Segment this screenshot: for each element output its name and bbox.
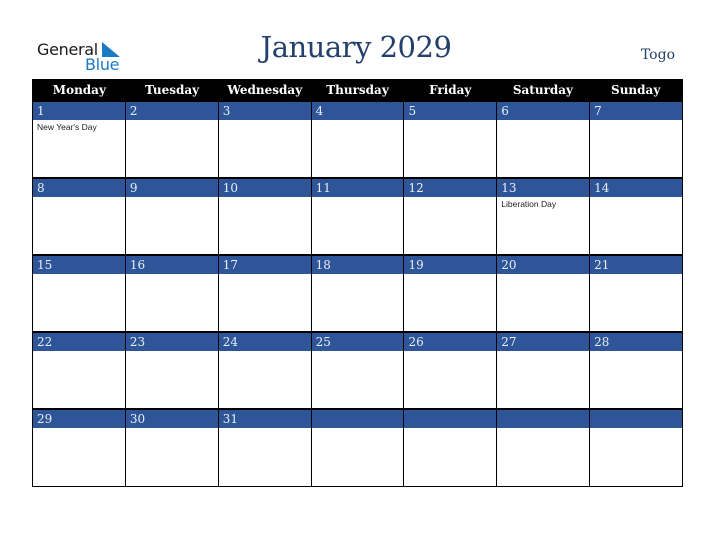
day-number: 18 xyxy=(311,255,404,274)
day-number: 9 xyxy=(125,178,218,197)
day-number: 8 xyxy=(33,178,125,197)
day-number: 25 xyxy=(311,332,404,351)
day-cell[interactable]: 9 xyxy=(124,178,218,255)
day-number: 11 xyxy=(311,178,404,197)
day-cell[interactable]: 29 xyxy=(33,409,125,486)
day-cell[interactable] xyxy=(589,409,683,486)
calendar-title: January 2029 xyxy=(260,30,452,64)
day-cell[interactable]: 4 xyxy=(310,101,404,178)
day-number: 4 xyxy=(311,101,404,120)
day-cell[interactable] xyxy=(496,409,590,486)
day-number: 15 xyxy=(33,255,125,274)
weekday-monday: Monday xyxy=(52,83,106,97)
day-cell[interactable]: 20 xyxy=(496,255,590,332)
day-number xyxy=(497,409,590,428)
week-row: 1 New Year's Day 2 3 4 5 6 7 xyxy=(33,101,683,178)
day-cell[interactable]: 3 xyxy=(217,101,311,178)
day-number xyxy=(311,409,404,428)
day-cell[interactable]: 13 Liberation Day xyxy=(496,178,590,255)
day-number: 19 xyxy=(404,255,497,274)
day-number: 10 xyxy=(218,178,311,197)
day-number: 12 xyxy=(404,178,497,197)
week-row: 15 16 17 18 19 20 21 xyxy=(33,255,683,332)
day-cell[interactable]: 27 xyxy=(496,332,590,409)
day-number xyxy=(404,409,497,428)
day-cell[interactable]: 26 xyxy=(403,332,497,409)
weekday-tuesday: Tuesday xyxy=(145,83,200,97)
day-number: 13 xyxy=(497,178,590,197)
day-number: 31 xyxy=(218,409,311,428)
holiday-label: New Year's Day xyxy=(37,122,97,132)
day-cell[interactable]: 12 xyxy=(403,178,497,255)
day-cell[interactable]: 25 xyxy=(310,332,404,409)
day-cell[interactable]: 24 xyxy=(217,332,311,409)
day-cell[interactable]: 10 xyxy=(217,178,311,255)
day-cell[interactable] xyxy=(403,409,497,486)
day-cell[interactable]: 14 xyxy=(589,178,683,255)
day-number: 14 xyxy=(590,178,683,197)
holiday-label: Liberation Day xyxy=(501,199,557,209)
day-number: 6 xyxy=(497,101,590,120)
weekday-saturday: Saturday xyxy=(512,83,574,97)
day-number: 24 xyxy=(218,332,311,351)
day-cell[interactable]: 17 xyxy=(217,255,311,332)
day-cell[interactable]: 21 xyxy=(589,255,683,332)
day-number: 7 xyxy=(590,101,683,120)
day-number: 29 xyxy=(33,409,125,428)
day-cell[interactable]: 1 New Year's Day xyxy=(33,101,125,178)
day-number: 17 xyxy=(218,255,311,274)
weekday-header: Monday Tuesday Wednesday Thursday Friday Satu… xyxy=(33,79,682,101)
day-number: 26 xyxy=(404,332,497,351)
day-number: 16 xyxy=(125,255,218,274)
week-row: 22 23 24 25 26 27 28 xyxy=(33,332,683,409)
weekday-friday: Friday xyxy=(429,83,472,97)
day-cell[interactable]: 23 xyxy=(124,332,218,409)
day-cell[interactable]: 15 xyxy=(33,255,125,332)
day-number: 22 xyxy=(33,332,125,351)
day-cell[interactable]: 31 xyxy=(217,409,311,486)
day-cell[interactable]: 11 xyxy=(310,178,404,255)
day-number: 5 xyxy=(404,101,497,120)
day-number: 20 xyxy=(497,255,590,274)
day-number: 21 xyxy=(590,255,683,274)
day-number: 28 xyxy=(590,332,683,351)
day-cell[interactable]: 8 xyxy=(33,178,125,255)
country-label: Togo xyxy=(640,47,675,63)
day-cell[interactable]: 19 xyxy=(403,255,497,332)
day-cell[interactable]: 28 xyxy=(589,332,683,409)
day-cell[interactable]: 16 xyxy=(124,255,218,332)
week-row: 29 30 31 xyxy=(33,409,683,486)
day-cell[interactable]: 30 xyxy=(124,409,218,486)
week-row: 8 9 10 11 12 13 Liberation Day 14 xyxy=(33,178,683,255)
weekday-thursday: Thursday xyxy=(326,83,389,97)
day-number: 27 xyxy=(497,332,590,351)
day-number: 3 xyxy=(218,101,311,120)
day-number xyxy=(590,409,683,428)
calendar-grid: Monday Tuesday Wednesday Thursday Friday Satu… xyxy=(32,79,683,487)
day-cell[interactable]: 22 xyxy=(33,332,125,409)
day-number: 2 xyxy=(125,101,218,120)
day-cell[interactable]: 18 xyxy=(310,255,404,332)
day-number: 23 xyxy=(125,332,218,351)
weekday-wednesday: Wednesday xyxy=(227,83,303,97)
day-number: 30 xyxy=(125,409,218,428)
day-cell[interactable]: 2 xyxy=(124,101,218,178)
weekday-sunday: Sunday xyxy=(611,83,661,97)
day-cell[interactable]: 6 xyxy=(496,101,590,178)
day-cell[interactable] xyxy=(310,409,404,486)
day-cell[interactable]: 5 xyxy=(403,101,497,178)
day-number: 1 xyxy=(33,101,125,120)
day-cell[interactable]: 7 xyxy=(589,101,683,178)
